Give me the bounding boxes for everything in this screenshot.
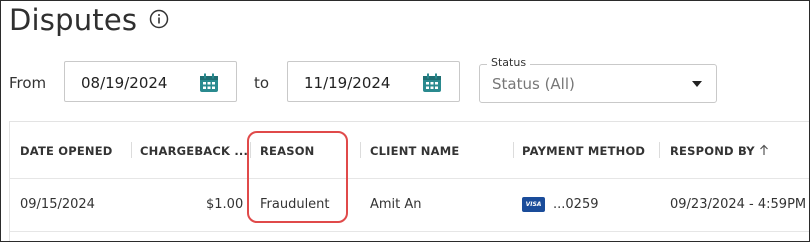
column-divider[interactable] bbox=[659, 142, 660, 158]
column-header-date-opened[interactable]: DATE OPENED bbox=[20, 144, 113, 158]
status-select-value: Status (All) bbox=[492, 75, 575, 93]
arrow-up-icon[interactable] bbox=[759, 144, 769, 156]
to-label: to bbox=[254, 74, 270, 92]
cell-chargeback: $1.00 bbox=[206, 197, 244, 212]
from-date-field[interactable]: 08/19/2024 bbox=[64, 61, 237, 102]
calendar-icon[interactable] bbox=[421, 72, 443, 94]
column-header-reason[interactable]: REASON bbox=[260, 144, 315, 158]
column-divider[interactable] bbox=[250, 142, 251, 158]
column-header-payment-method[interactable]: PAYMENT METHOD bbox=[522, 144, 645, 158]
column-header-chargeback[interactable]: CHARGEBACK ... bbox=[140, 144, 248, 158]
from-label: From bbox=[9, 74, 47, 92]
page-title: Disputes bbox=[9, 3, 138, 37]
table-header: DATE OPENED CHARGEBACK ... REASON CLIENT… bbox=[10, 122, 809, 179]
info-icon[interactable] bbox=[149, 9, 169, 29]
disputes-table: DATE OPENED CHARGEBACK ... REASON CLIENT… bbox=[9, 121, 809, 241]
column-divider[interactable] bbox=[513, 142, 514, 158]
disputes-panel: Disputes From 08/19/2024 to 11/19/2024 S… bbox=[0, 0, 810, 242]
from-date-value: 08/19/2024 bbox=[81, 74, 168, 92]
status-select[interactable]: Status (All) bbox=[479, 64, 717, 103]
visa-card-icon: VISA bbox=[522, 197, 545, 212]
column-header-respond-by-label: RESPOND BY bbox=[670, 144, 755, 158]
cell-date-opened: 09/15/2024 bbox=[20, 197, 95, 212]
column-header-client-name[interactable]: CLIENT NAME bbox=[370, 144, 459, 158]
to-date-value: 11/19/2024 bbox=[304, 74, 391, 92]
column-divider[interactable] bbox=[360, 142, 361, 158]
cell-payment-last4: ...0259 bbox=[553, 197, 599, 212]
table-row[interactable]: 09/15/2024 $1.00 Fraudulent Amit An VISA… bbox=[10, 179, 809, 232]
calendar-icon[interactable] bbox=[198, 72, 220, 94]
column-divider[interactable] bbox=[131, 142, 132, 158]
to-date-field[interactable]: 11/19/2024 bbox=[287, 61, 460, 102]
status-label: Status bbox=[487, 56, 531, 69]
cell-reason: Fraudulent bbox=[260, 197, 330, 212]
column-header-respond-by[interactable]: RESPOND BY bbox=[670, 144, 769, 158]
cell-client-name[interactable]: Amit An bbox=[370, 197, 422, 212]
chevron-down-icon[interactable] bbox=[692, 81, 702, 87]
cell-respond-by: 09/23/2024 - 4:59PM bbox=[670, 197, 807, 212]
